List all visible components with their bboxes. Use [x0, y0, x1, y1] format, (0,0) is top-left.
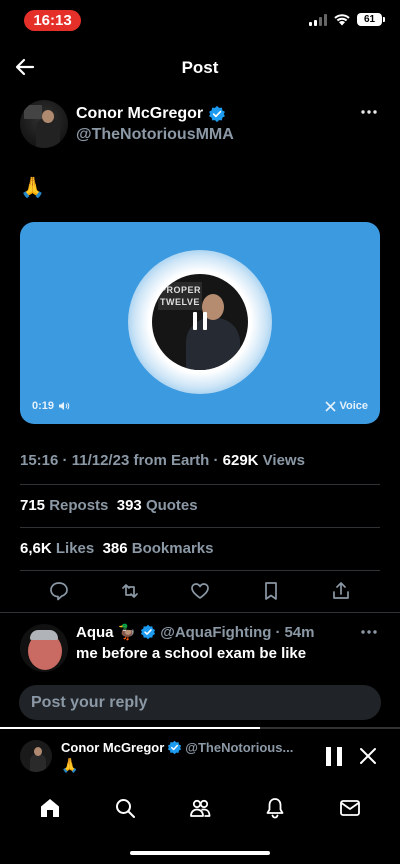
- author-avatar[interactable]: [20, 100, 68, 148]
- home-indicator[interactable]: [130, 851, 270, 855]
- author-handle[interactable]: @TheNotoriousMMA: [76, 126, 234, 144]
- author-name-row[interactable]: Conor McGregor: [76, 105, 226, 123]
- likes-link[interactable]: 6,6K Likes: [20, 540, 94, 557]
- reposts-link[interactable]: 715 Reposts: [20, 497, 108, 514]
- more-options-icon[interactable]: [358, 106, 380, 118]
- wifi-icon: [334, 14, 350, 26]
- post-time: 15:16: [20, 452, 59, 469]
- verified-badge-icon: [168, 740, 182, 755]
- post-actions: [20, 580, 380, 606]
- bookmarks-label: Bookmarks: [131, 540, 214, 557]
- home-icon[interactable]: [38, 796, 62, 820]
- mini-player-title: Conor McGregor @TheNotorious...: [61, 740, 293, 755]
- pause-icon[interactable]: [193, 312, 207, 330]
- nav-header: Post: [0, 50, 400, 86]
- bookmarks-link[interactable]: 386 Bookmarks: [103, 540, 214, 557]
- likes-count: 6,6K: [20, 540, 52, 557]
- views-label: Views: [262, 452, 305, 469]
- voice-avatar[interactable]: PROPER TWELVE: [152, 274, 248, 370]
- author-name: Conor McGregor: [76, 105, 204, 122]
- reply-author-emoji: 🦆: [117, 624, 137, 641]
- reposts-count: 715: [20, 497, 46, 514]
- bookmarks-count: 386: [102, 540, 128, 557]
- search-icon[interactable]: [113, 796, 137, 820]
- bottom-tab-bar: [0, 787, 400, 829]
- battery-icon: 61: [357, 13, 385, 26]
- reply-header: Aqua 🦆 @AquaFighting · 54m: [76, 623, 315, 642]
- reply-input[interactable]: Post your reply: [19, 685, 381, 720]
- post-date: 11/12/23: [71, 452, 130, 469]
- divider: [20, 484, 380, 485]
- x-logo-icon: [325, 400, 337, 412]
- close-icon[interactable]: [359, 747, 377, 765]
- reposts-label: Reposts: [49, 497, 109, 514]
- mini-pause-icon[interactable]: [326, 747, 342, 766]
- voice-duration-text: 0:19: [32, 400, 55, 412]
- mini-player-subtitle: 🙏: [61, 757, 79, 773]
- status-bar: 16:13 61: [0, 0, 400, 44]
- divider: [20, 570, 380, 571]
- mini-player-handle: @TheNotorious...: [185, 740, 294, 755]
- communities-icon[interactable]: [188, 796, 212, 820]
- notifications-icon[interactable]: [263, 796, 287, 820]
- quotes-label: Quotes: [145, 497, 198, 514]
- stats-likes-row: 6,6K Likes 386 Bookmarks: [20, 540, 213, 557]
- share-icon[interactable]: [330, 580, 352, 602]
- post-author: Conor McGregor @TheNotoriousMMA: [20, 100, 380, 152]
- reply-icon[interactable]: [48, 580, 70, 602]
- voice-brand: Voice: [325, 400, 368, 412]
- bookmark-icon[interactable]: [260, 580, 282, 602]
- reply-avatar[interactable]: [20, 624, 68, 672]
- reply-author-name[interactable]: Aqua: [76, 624, 114, 641]
- reply-time: 54m: [284, 623, 315, 641]
- voice-brand-label: Voice: [339, 400, 368, 412]
- quotes-count: 393: [116, 497, 142, 514]
- status-time: 16:13: [24, 10, 81, 31]
- like-heart-icon[interactable]: [189, 580, 211, 602]
- reply-composer: Post your reply: [0, 676, 400, 732]
- stats-reposts-row: 715 Reposts 393 Quotes: [20, 497, 198, 514]
- mini-player[interactable]: Conor McGregor @TheNotorious... 🙏: [0, 729, 400, 783]
- views-count: 629K: [222, 452, 259, 469]
- speaker-icon[interactable]: [58, 401, 70, 411]
- mini-player-avatar: [20, 740, 52, 772]
- page-title: Post: [181, 58, 219, 77]
- status-icons: 61: [309, 13, 385, 26]
- reply-text: me before a school exam be like: [76, 645, 307, 662]
- voice-card[interactable]: PROPER TWELVE 0:19 Voice: [20, 222, 380, 424]
- quotes-link[interactable]: 393 Quotes: [117, 497, 198, 514]
- post-meta: 15:16 · 11/12/23 from Earth · 629K Views: [20, 452, 305, 469]
- repost-icon[interactable]: [119, 580, 141, 602]
- mini-player-name: Conor McGregor: [61, 740, 165, 755]
- likes-label: Likes: [55, 540, 95, 557]
- verified-badge-icon: [141, 624, 156, 640]
- voice-avatar-sign: PROPER TWELVE: [158, 282, 202, 310]
- post-text: 🙏: [20, 177, 45, 199]
- reply-item[interactable]: Aqua 🦆 @AquaFighting · 54m me before a s…: [0, 612, 400, 676]
- post-source: from Earth: [133, 452, 210, 469]
- more-options-icon[interactable]: [358, 626, 380, 638]
- voice-duration: 0:19: [32, 400, 70, 412]
- reply-author-handle[interactable]: @AquaFighting: [160, 624, 271, 641]
- divider: [20, 527, 380, 528]
- verified-badge-icon: [209, 105, 226, 123]
- cellular-signal-icon: [309, 13, 327, 26]
- messages-icon[interactable]: [338, 796, 362, 820]
